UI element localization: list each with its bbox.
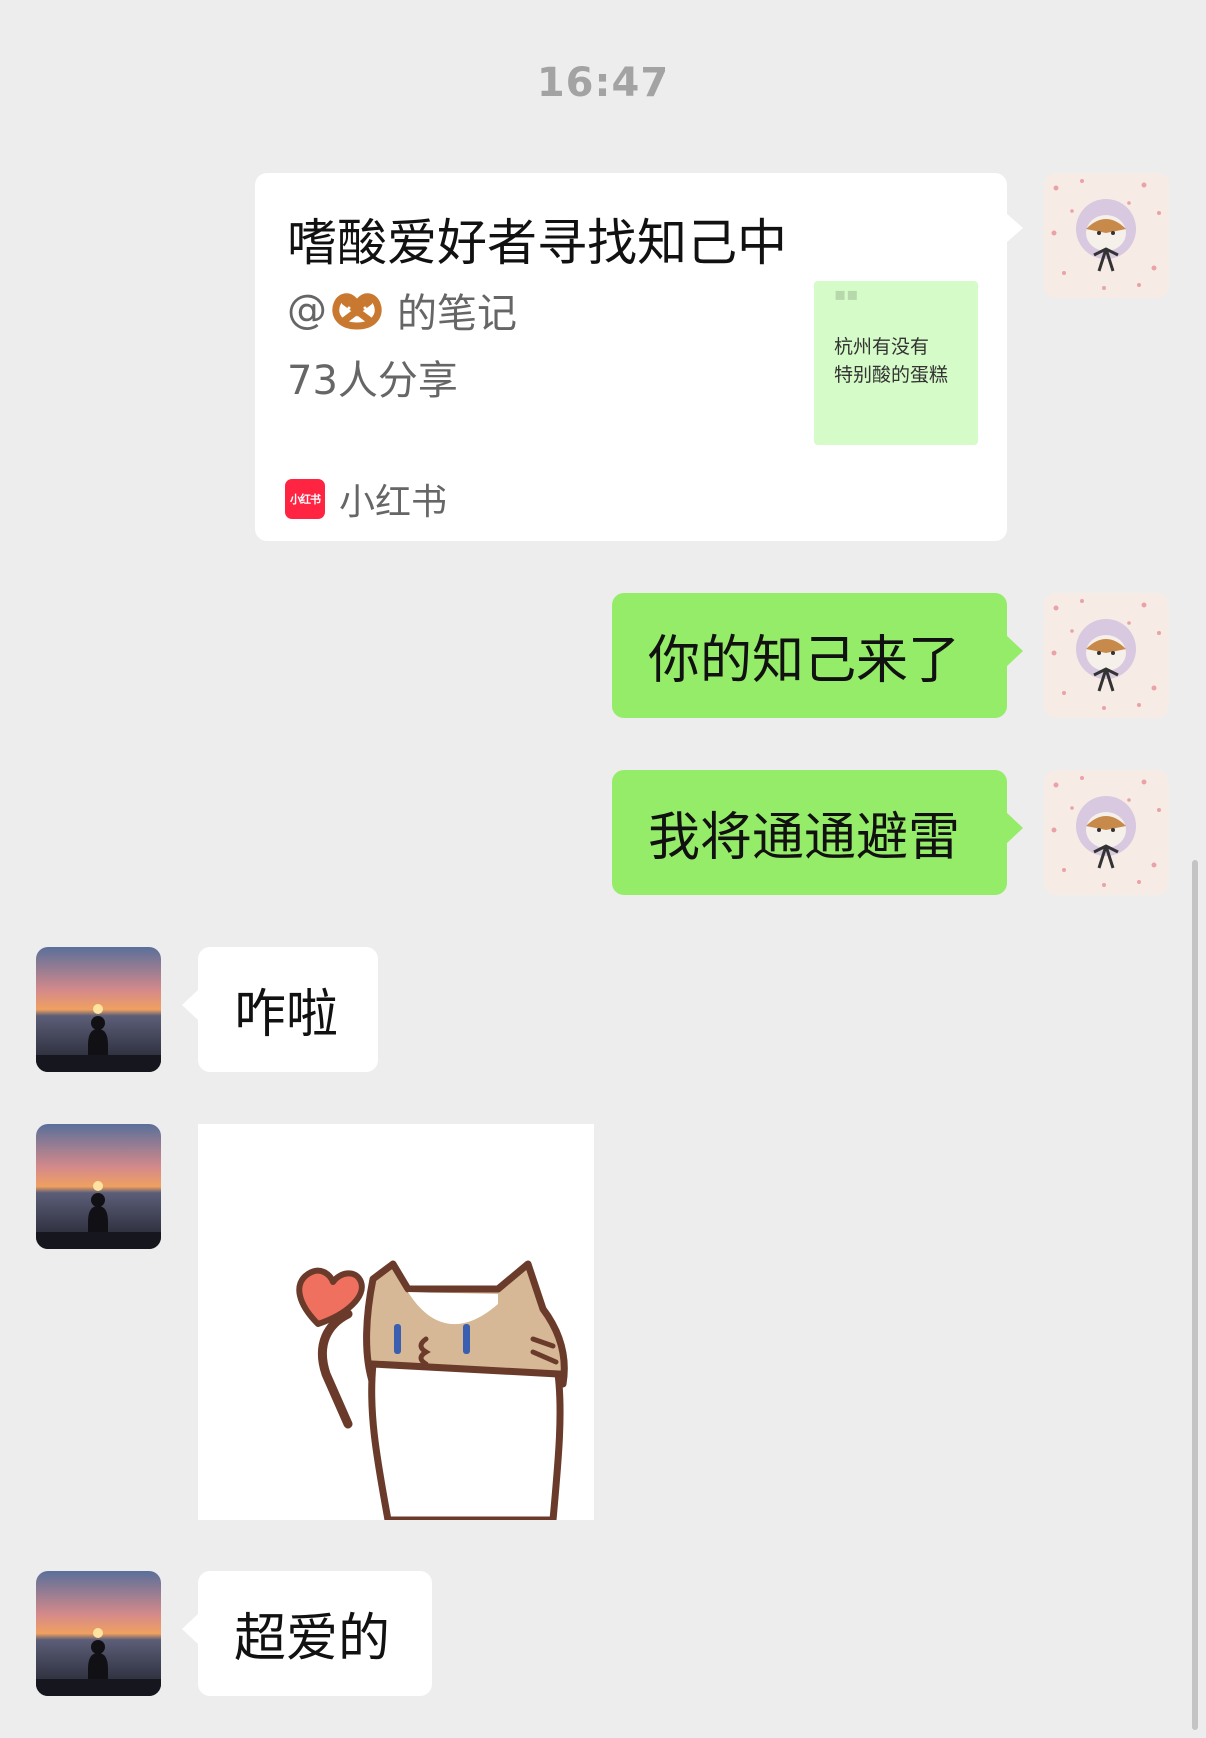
quote-icon: ▪▪ [834,284,859,305]
cat-heart-sticker-icon [198,1124,594,1520]
my-avatar[interactable] [1044,593,1169,718]
card-share-count: 73人分享 [287,358,458,404]
contact-avatar[interactable] [36,1124,161,1249]
xiaohongshu-logo-icon: 小红书 [285,479,325,519]
card-author-suffix: 的笔记 [397,291,517,337]
message-timestamp: 16:47 [536,60,670,106]
cat-avatar-icon [1044,593,1169,718]
scrollbar[interactable] [1192,860,1198,1730]
pretzel-icon [332,293,382,330]
sticker-message[interactable] [198,1124,594,1520]
chat-screen: 16:47 嗜酸爱好者寻找知己中 @ 的笔记 73人分享 ▪▪ 杭州有没有 特别… [0,0,1206,1738]
sunset-avatar-icon [36,1571,161,1696]
contact-message-bubble[interactable]: 咋啦 [182,947,378,1072]
card-source: 小红书 小红书 [285,473,447,525]
contact-message-bubble[interactable]: 超爱的 [182,1571,432,1696]
my-message-bubble[interactable]: 我将通通避雷 [612,770,1023,895]
contact-avatar[interactable] [36,1571,161,1696]
thumbnail-line-1: 杭州有没有 [834,336,930,358]
sunset-avatar-icon [36,947,161,1072]
contact-avatar[interactable] [36,947,161,1072]
my-message-bubble[interactable]: 你的知己来了 [612,593,1023,718]
cat-avatar-icon [1044,173,1169,298]
message-text: 我将通通避雷 [648,808,961,868]
card-source-name: 小红书 [339,482,448,523]
message-text: 咋啦 [234,985,339,1045]
card-author: @ 的笔记 [287,281,517,339]
message-text: 超爱的 [234,1609,391,1669]
cat-avatar-icon [1044,770,1169,895]
card-thumbnail: ▪▪ 杭州有没有 特别酸的蛋糕 [814,281,978,445]
thumbnail-line-2: 特别酸的蛋糕 [834,364,949,386]
card-title: 嗜酸爱好者寻找知己中 [287,214,787,272]
my-avatar[interactable] [1044,770,1169,895]
my-avatar[interactable] [1044,173,1169,298]
sunset-avatar-icon [36,1124,161,1249]
card-author-prefix: @ [287,287,327,333]
message-text: 你的知己来了 [648,631,961,691]
shared-note-card[interactable]: 嗜酸爱好者寻找知己中 @ 的笔记 73人分享 ▪▪ 杭州有没有 特别酸的蛋糕 小… [255,173,1023,541]
